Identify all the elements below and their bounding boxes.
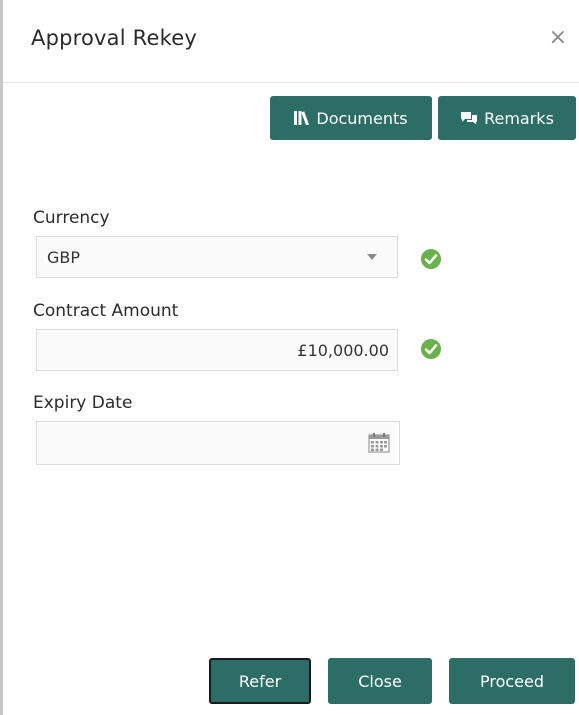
- contract-amount-label: Contract Amount: [33, 301, 179, 321]
- remarks-button-label: Remarks: [484, 108, 554, 128]
- close-button[interactable]: Close: [328, 658, 432, 704]
- close-icon[interactable]: ×: [549, 27, 567, 49]
- remarks-icon: [461, 112, 478, 125]
- documents-button[interactable]: Documents: [270, 96, 432, 140]
- dialog-header: Approval Rekey ×: [3, 0, 579, 83]
- refer-button[interactable]: Refer: [209, 658, 311, 704]
- dialog-title: Approval Rekey: [31, 26, 197, 50]
- currency-select[interactable]: GBP: [36, 236, 398, 278]
- currency-label: Currency: [33, 208, 110, 228]
- documents-button-label: Documents: [316, 108, 408, 128]
- remarks-button[interactable]: Remarks: [438, 96, 576, 140]
- documents-icon: [294, 111, 310, 125]
- check-circle-icon: [421, 249, 441, 269]
- expiry-date-input[interactable]: [36, 421, 400, 465]
- proceed-button[interactable]: Proceed: [449, 658, 575, 704]
- currency-value: GBP: [47, 248, 81, 267]
- contract-amount-value: £10,000.00: [297, 341, 389, 360]
- contract-amount-input[interactable]: £10,000.00: [36, 329, 398, 371]
- calendar-icon[interactable]: [368, 433, 390, 453]
- chevron-down-icon: [367, 254, 377, 260]
- approval-rekey-dialog: Approval Rekey × Documents Remarks Curre…: [0, 0, 579, 715]
- expiry-date-label: Expiry Date: [33, 393, 133, 413]
- check-circle-icon: [421, 339, 441, 359]
